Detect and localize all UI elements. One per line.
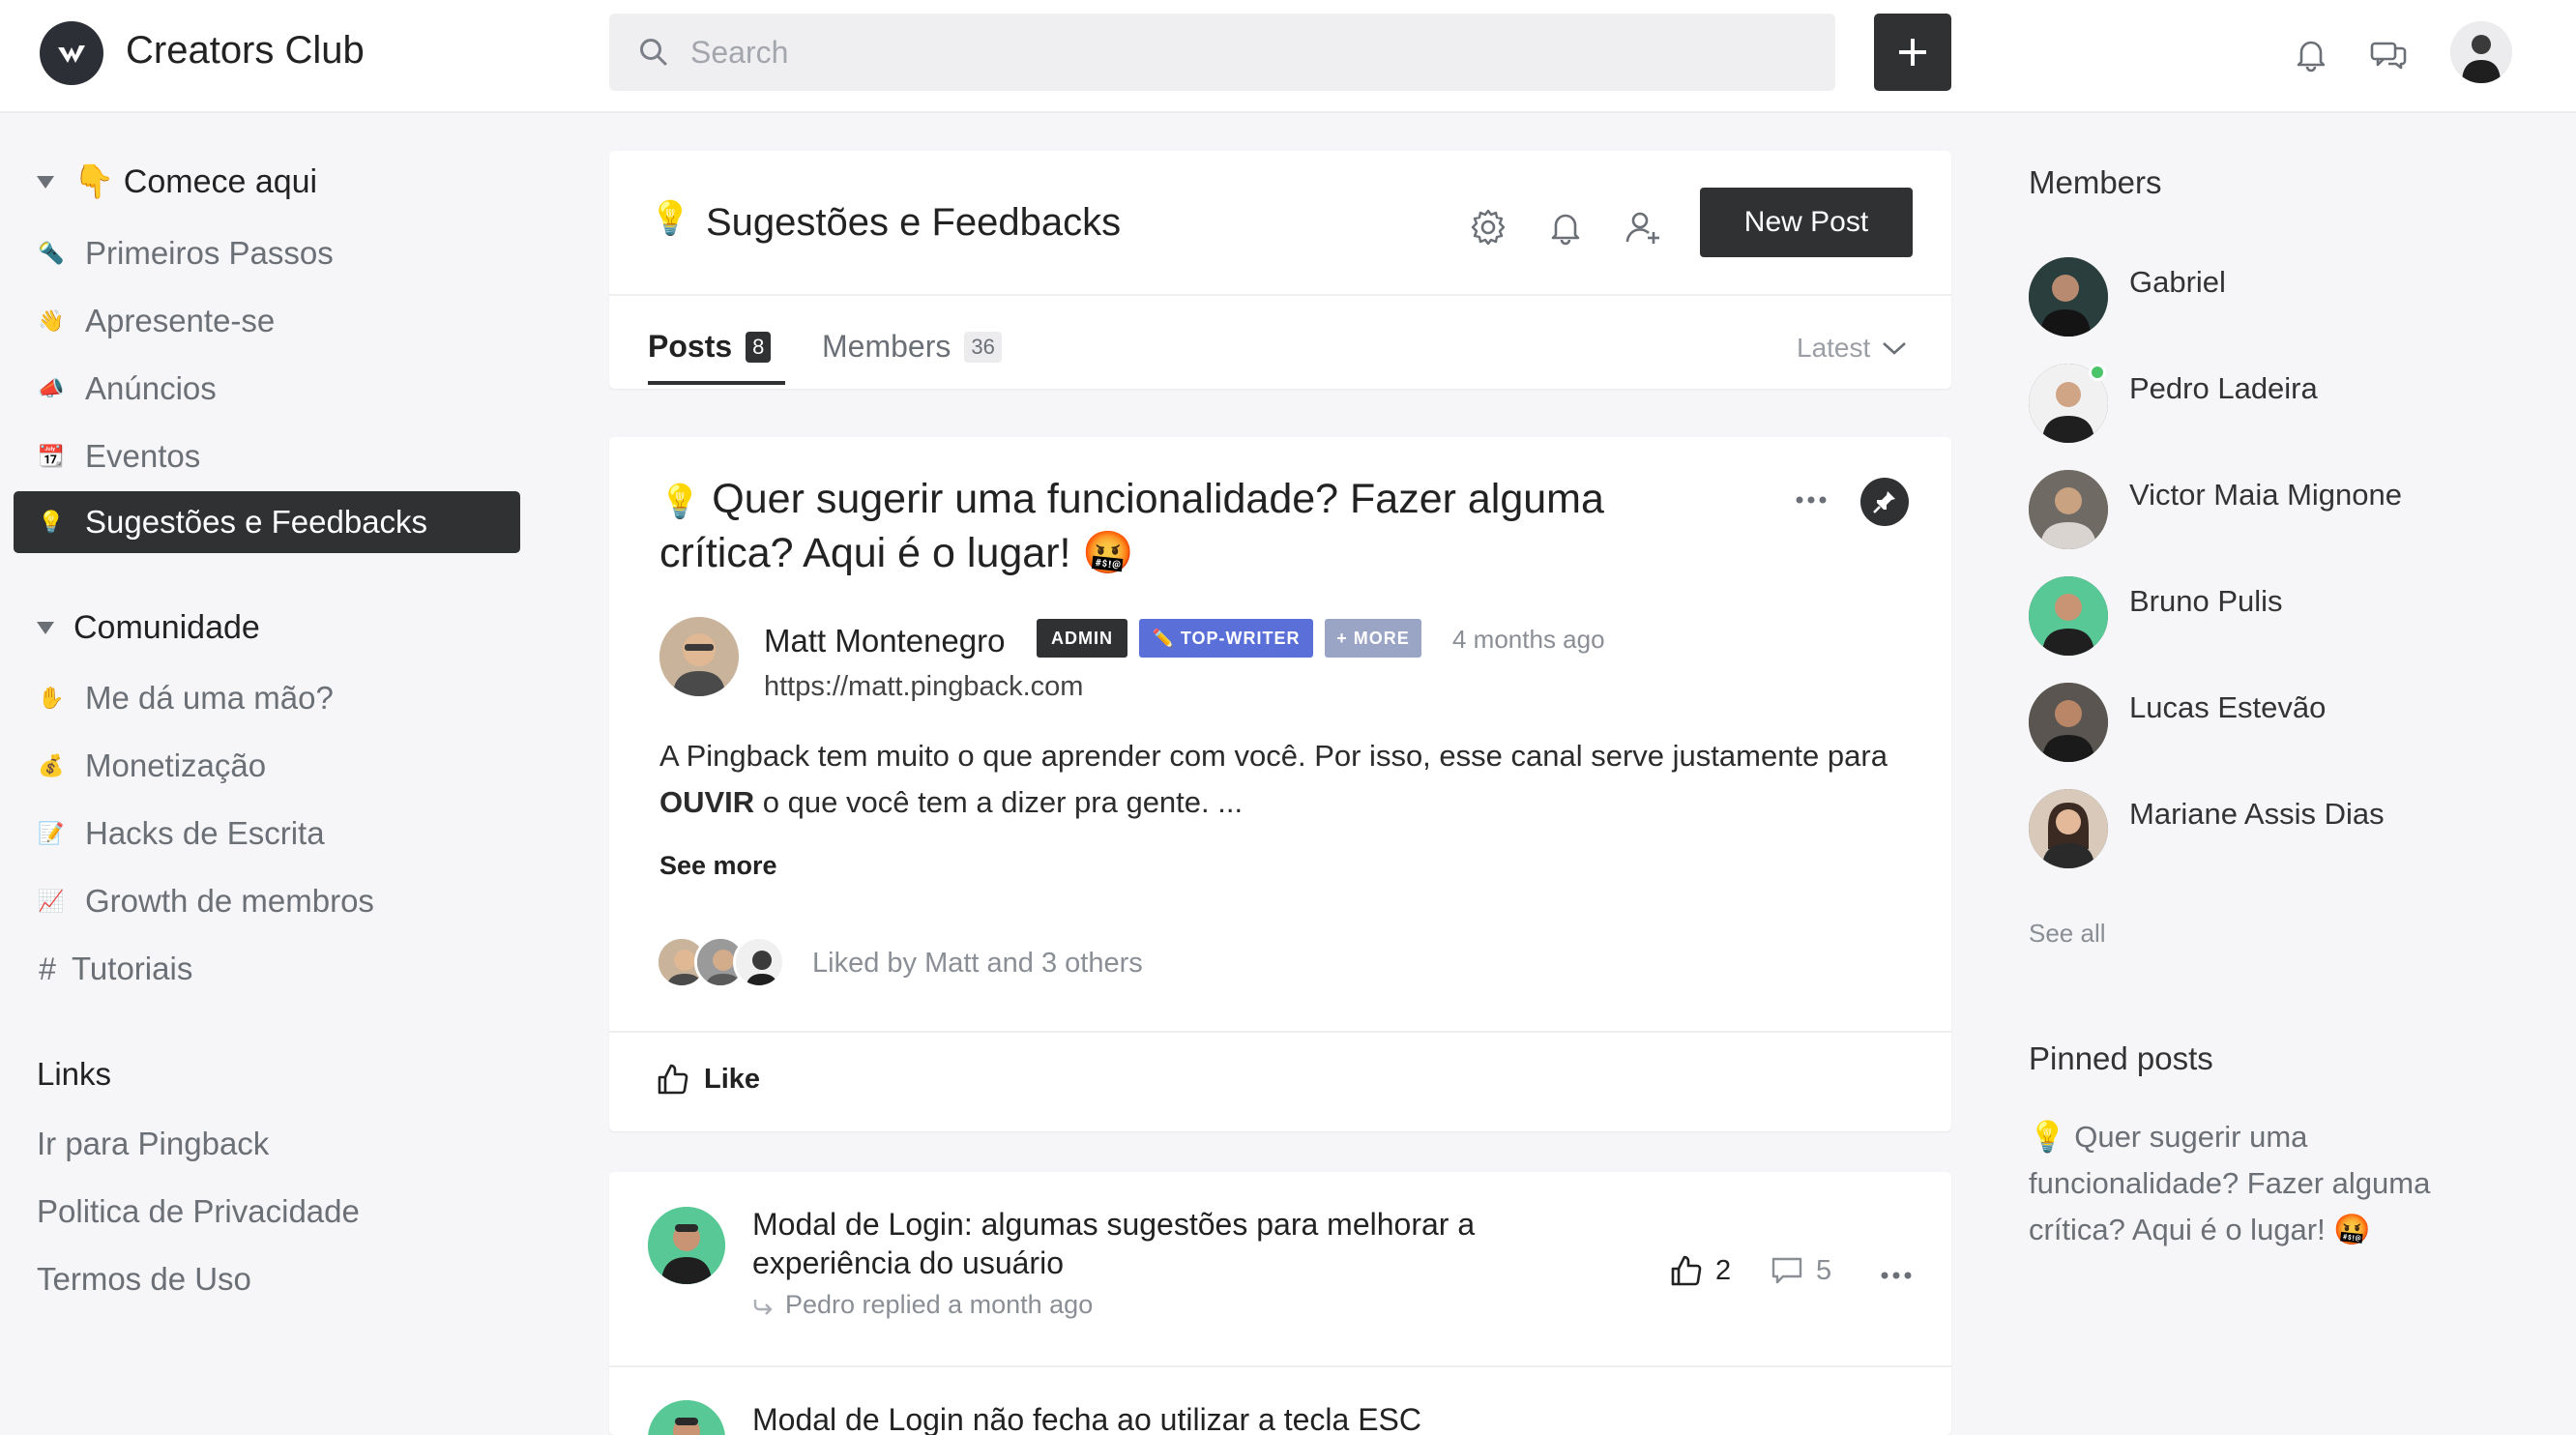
messages-icon[interactable] [2369,35,2408,73]
admin-badge: ADMIN [1037,619,1127,658]
section-comunidade[interactable]: Comunidade [37,609,260,647]
create-button[interactable] [1874,14,1951,91]
avatar [2029,257,2108,337]
avatar[interactable] [648,1207,725,1284]
sidebar-item-primeiros-passos[interactable]: 🔦 Primeiros Passos [14,222,520,284]
sidebar-item-eventos[interactable]: 📆 Eventos [14,425,520,487]
online-indicator [2089,364,2106,381]
bell-icon[interactable] [1545,207,1586,248]
add-member-icon[interactable] [1623,207,1663,248]
memo-icon: 📝 [38,821,65,845]
lightbulb-icon: 💡 [38,510,65,534]
avatar [2029,789,2108,868]
hash-icon: # [39,951,56,986]
post-likes[interactable]: 2 [1669,1253,1731,1288]
flashlight-icon: 🔦 [38,241,65,265]
avatar [2029,470,2108,549]
megaphone-icon: 📣 [38,376,65,400]
like-button[interactable]: Like [656,1062,760,1097]
post-title[interactable]: 💡 Quer sugerir uma funcionalidade? Fazer… [659,474,1723,579]
link-ir-para-pingback[interactable]: Ir para Pingback [37,1126,269,1162]
liker-avatar[interactable] [733,936,785,988]
pinned-post-link[interactable]: 💡 Quer sugerir uma funcionalidade? Fazer… [2029,1114,2493,1253]
tab-posts[interactable]: Posts 8 [648,329,772,365]
hand-icon: ✋ [38,686,65,710]
see-all-members-link[interactable]: See all [2029,919,2106,949]
avatar [2029,683,2108,762]
chevron-down-icon [37,175,54,189]
more-options-icon[interactable] [1880,1269,1913,1282]
sidebar-item-sugestoes-feedbacks[interactable]: 💡 Sugestões e Feedbacks [14,491,520,553]
post-title[interactable]: Modal de Login não fecha ao utilizar a t… [752,1400,1584,1435]
more-options-icon[interactable] [1795,493,1828,507]
lightbulb-icon: 💡 [650,200,691,237]
top-writer-badge: ✏️ TOP-WRITER [1139,619,1313,658]
divider [609,294,1951,296]
reply-arrow-icon [753,1299,773,1315]
space-title: Sugestões e Feedbacks [706,201,1122,244]
community-name[interactable]: Creators Club [126,29,365,73]
avatar[interactable] [648,1400,725,1435]
posts-count-badge: 8 [746,331,772,363]
sidebar-item-monetizacao[interactable]: 💰 Monetização [14,735,520,797]
post-list: Modal de Login: algumas sugestões para m… [609,1172,1951,1435]
top-bar: Creators Club [0,0,2576,113]
pin-icon[interactable] [1860,478,1909,526]
chevron-down-icon [37,622,54,634]
thumbs-up-icon [1671,1255,1702,1286]
notifications-bell-icon[interactable] [2292,35,2330,73]
chart-up-icon: 📈 [38,889,65,913]
section-comece-aqui[interactable]: 👇 Comece aqui [37,162,317,201]
post-comments[interactable]: 5 [1770,1253,1831,1288]
author-url[interactable]: https://matt.pingback.com [764,671,1083,703]
sidebar-item-hacks-de-escrita[interactable]: 📝 Hacks de Escrita [14,803,520,864]
calendar-icon: 📆 [38,444,65,468]
sidebar-item-growth-de-membros[interactable]: 📈 Growth de membros [14,870,520,932]
members-heading: Members [2029,164,2162,200]
liked-by-text[interactable]: Liked by Matt and 3 others [812,948,1143,980]
user-avatar[interactable] [2450,21,2512,83]
divider [609,1031,1951,1033]
search-input[interactable] [690,14,1802,91]
chevron-down-icon [1883,342,1907,355]
post-body: A Pingback tem muito o que aprender com … [659,739,1888,819]
gear-icon[interactable] [1468,207,1508,248]
more-badges-button[interactable]: + MORE [1325,619,1421,658]
avatar [2029,576,2108,656]
space-header: 💡 Sugestões e Feedbacks New Post Posts 8… [609,151,1951,389]
search-icon [640,39,667,66]
author-name[interactable]: Matt Montenegro [764,623,1005,659]
link-termos-de-uso[interactable]: Termos de Uso [37,1261,251,1298]
members-count-badge: 36 [964,331,1002,363]
sidebar-item-anuncios[interactable]: 📣 Anúncios [14,358,520,420]
active-tab-indicator [648,381,785,385]
sidebar-item-apresente-se[interactable]: 👋 Apresente-se [14,290,520,352]
post-reply-info[interactable]: Pedro replied a month ago [752,1290,1093,1320]
divider [609,1365,1951,1367]
money-bag-icon: 💰 [38,753,65,777]
pinned-posts-heading: Pinned posts [2029,1040,2213,1076]
search-bar[interactable] [609,14,1835,91]
link-politica-privacidade[interactable]: Politica de Privacidade [37,1193,360,1230]
sort-dropdown[interactable]: Latest [1797,333,1909,364]
sidebar-item-tutoriais[interactable]: # Tutoriais [14,938,520,1000]
sidebar-item-me-da-uma-mao[interactable]: ✋ Me dá uma mão? [14,667,520,729]
plus-icon [1899,39,1926,66]
post-title[interactable]: Modal de Login: algumas sugestões para m… [752,1205,1584,1282]
tab-members[interactable]: Members 36 [822,329,1002,365]
pinned-post-card: 💡 Quer sugerir uma funcionalidade? Fazer… [609,437,1951,1131]
see-more-link[interactable]: See more [659,851,777,881]
author-avatar[interactable] [659,617,739,696]
new-post-button[interactable]: New Post [1700,188,1913,257]
links-heading: Links [37,1056,112,1092]
thumbs-up-icon [658,1064,688,1095]
wave-icon: 👋 [38,308,65,333]
comment-icon [1771,1257,1802,1284]
logo-icon[interactable] [40,21,103,85]
post-timestamp[interactable]: 4 months ago [1452,625,1605,655]
